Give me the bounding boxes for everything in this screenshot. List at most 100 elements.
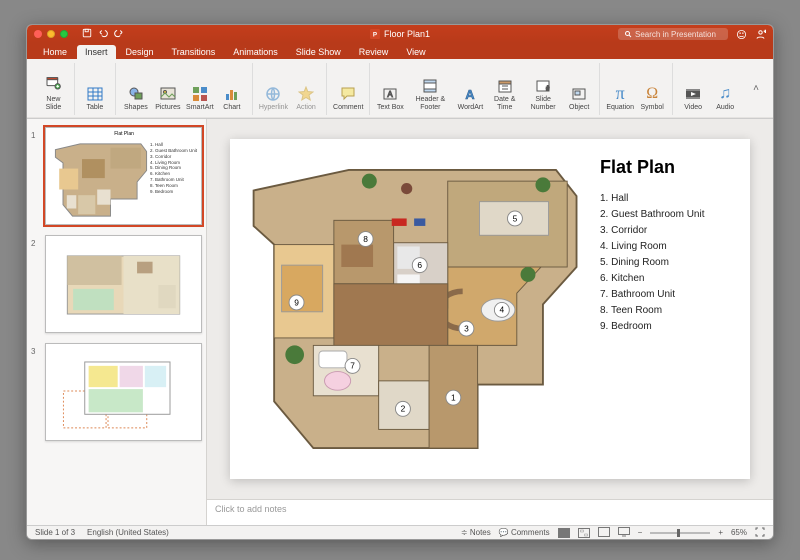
thumb-slide (45, 343, 202, 441)
thumb-2[interactable]: 2 (31, 235, 202, 333)
label: Comment (333, 104, 363, 112)
search-field[interactable]: Search in Presentation (618, 28, 728, 40)
legend-item: 4. Living Room (600, 241, 732, 252)
legend: Flat Plan 1. Hall 2. Guest Bathroom Unit… (600, 157, 732, 461)
legend-item: 7. Bathroom Unit (600, 289, 732, 300)
svg-text:6: 6 (417, 260, 422, 270)
smiley-icon[interactable] (736, 29, 747, 40)
redo-icon[interactable] (114, 28, 124, 40)
tab-review[interactable]: Review (351, 45, 397, 59)
hyperlink-icon (264, 85, 282, 103)
tab-slideshow[interactable]: Slide Show (288, 45, 349, 59)
new-slide-button[interactable]: New Slide (39, 65, 68, 113)
slideshow-view-icon[interactable] (618, 527, 630, 539)
pictures-button[interactable]: Pictures (154, 65, 182, 113)
shapes-button[interactable]: Shapes (122, 65, 150, 113)
object-button[interactable]: Object (565, 65, 593, 113)
zoom-level[interactable]: 65% (731, 528, 747, 537)
title-text: Floor Plan1 (384, 29, 430, 39)
statusbar: Slide 1 of 3 English (United States) ≑ N… (27, 525, 773, 539)
label: Hyperlink (259, 104, 288, 112)
shapes-icon (127, 85, 145, 103)
notes-toggle[interactable]: ≑ Notes (461, 528, 491, 537)
thumb-3[interactable]: 3 (31, 343, 202, 441)
minimize-button[interactable] (47, 30, 55, 38)
floor-plan: 1 2 3 4 5 6 7 8 9 (248, 157, 584, 461)
smartart-icon (191, 85, 209, 103)
notes-pane[interactable]: Click to add notes (207, 499, 773, 525)
save-icon[interactable] (82, 28, 92, 40)
date-button[interactable]: Date & Time (488, 65, 521, 113)
search-icon (624, 30, 632, 38)
powerpoint-icon: P (370, 29, 380, 39)
maximize-button[interactable] (60, 30, 68, 38)
tab-design[interactable]: Design (118, 45, 162, 59)
chart-icon (223, 85, 241, 103)
zoom-in-button[interactable]: + (718, 528, 723, 537)
language-indicator[interactable]: English (United States) (87, 528, 169, 537)
legend-item: 3. Corridor (600, 225, 732, 236)
label: Symbol (640, 104, 663, 112)
reading-view-icon[interactable] (598, 527, 610, 539)
pictures-icon (159, 85, 177, 103)
svg-text:3: 3 (464, 323, 469, 333)
slide-stage: 1 2 3 4 5 6 7 8 9 Flat Plan 1 (207, 119, 773, 525)
zoom-slider[interactable] (650, 532, 710, 534)
slidenum-button[interactable]: #Slide Number (525, 65, 561, 113)
tab-home[interactable]: Home (35, 45, 75, 59)
hyperlink-button[interactable]: Hyperlink (259, 65, 288, 113)
equation-button[interactable]: πEquation (606, 65, 634, 113)
new-slide-icon (41, 71, 65, 95)
svg-text:8: 8 (363, 234, 368, 244)
zoom-out-button[interactable]: − (638, 528, 643, 537)
action-button[interactable]: Action (292, 65, 320, 113)
svg-text:7: 7 (350, 361, 355, 371)
legend-item: 5. Dining Room (600, 257, 732, 268)
textbox-button[interactable]: AText Box (376, 65, 404, 113)
table-button[interactable]: Table (81, 65, 109, 113)
svg-text:A: A (466, 87, 476, 102)
label: Shapes (124, 104, 148, 112)
tab-transitions[interactable]: Transitions (164, 45, 224, 59)
label: Video (684, 104, 702, 112)
label: Text Box (377, 104, 404, 112)
svg-text:P: P (373, 32, 377, 39)
label: Equation (606, 104, 634, 112)
sorter-view-icon[interactable] (578, 528, 590, 538)
video-icon (684, 85, 702, 103)
tab-view[interactable]: View (398, 45, 433, 59)
canvas[interactable]: 1 2 3 4 5 6 7 8 9 Flat Plan 1 (207, 119, 773, 499)
ribbon: New Slide Table Shapes Pictures SmartArt… (27, 59, 773, 119)
chart-button[interactable]: Chart (218, 65, 246, 113)
label: Object (569, 104, 589, 112)
svg-text:1: 1 (451, 392, 456, 402)
search-placeholder: Search in Presentation (635, 30, 716, 39)
thumb-1[interactable]: 1 Flat Plan (31, 127, 202, 225)
label: SmartArt (186, 104, 214, 112)
equation-icon: π (611, 85, 629, 103)
audio-icon: ♫ (716, 85, 734, 103)
fit-icon[interactable] (755, 527, 765, 539)
wordart-button[interactable]: AWordArt (456, 65, 484, 113)
tab-insert[interactable]: Insert (77, 45, 116, 59)
slide: 1 2 3 4 5 6 7 8 9 Flat Plan 1 (230, 139, 750, 479)
tab-animations[interactable]: Animations (225, 45, 286, 59)
share-icon[interactable]: + (755, 29, 766, 40)
collapse-ribbon-icon[interactable]: ˄ (753, 83, 759, 94)
video-button[interactable]: Video (679, 65, 707, 113)
thumb-num: 3 (31, 343, 41, 441)
comment-button[interactable]: Comment (333, 65, 363, 113)
header-button[interactable]: Header & Footer (408, 65, 452, 113)
smartart-button[interactable]: SmartArt (186, 65, 214, 113)
window-controls (34, 30, 68, 38)
normal-view-icon[interactable] (558, 528, 570, 538)
comments-toggle[interactable]: 💬 Comments (499, 528, 550, 537)
audio-button[interactable]: ♫Audio (711, 65, 739, 113)
comment-icon (339, 85, 357, 103)
label: Audio (716, 104, 734, 112)
ribbon-tabs: Home Insert Design Transitions Animation… (27, 43, 773, 59)
thumb-title: Flat Plan (114, 131, 134, 137)
close-button[interactable] (34, 30, 42, 38)
undo-icon[interactable] (98, 28, 108, 40)
symbol-button[interactable]: ΩSymbol (638, 65, 666, 113)
